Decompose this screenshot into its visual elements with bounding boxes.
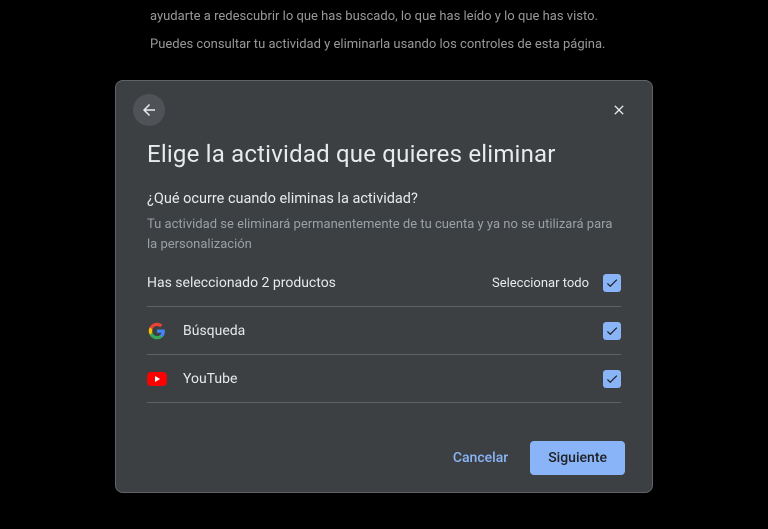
- product-label: YouTube: [183, 371, 603, 387]
- cancel-button[interactable]: Cancelar: [453, 450, 508, 466]
- next-button[interactable]: Siguiente: [530, 441, 625, 475]
- product-label: Búsqueda: [183, 323, 603, 339]
- selection-summary: Has seleccionado 2 productos: [147, 275, 336, 291]
- dialog-buttons: Cancelar Siguiente: [453, 441, 625, 475]
- dialog-description: Tu actividad se eliminará permanentement…: [147, 215, 621, 254]
- google-icon: [147, 321, 167, 341]
- product-checkbox-youtube[interactable]: [603, 370, 621, 388]
- dialog-subtitle: ¿Qué ocurre cuando eliminas la actividad…: [147, 190, 653, 207]
- selection-row: Has seleccionado 2 productos Seleccionar…: [147, 274, 621, 292]
- dialog-header: [115, 80, 653, 128]
- background-text-line-1: ayudarte a redescubrir lo que has buscad…: [150, 8, 598, 26]
- select-all[interactable]: Seleccionar todo: [492, 274, 621, 292]
- back-button[interactable]: [133, 94, 165, 126]
- select-all-checkbox[interactable]: [603, 274, 621, 292]
- delete-activity-dialog: Elige la actividad que quieres eliminar …: [115, 80, 653, 493]
- check-icon: [605, 372, 619, 386]
- product-list: Búsqueda YouTube: [147, 306, 621, 403]
- product-checkbox-search[interactable]: [603, 322, 621, 340]
- background-text-line-2: Puedes consultar tu actividad y eliminar…: [150, 36, 605, 54]
- arrow-left-icon: [140, 101, 158, 119]
- close-button[interactable]: [607, 98, 631, 122]
- select-all-label: Seleccionar todo: [492, 276, 589, 291]
- close-icon: [611, 102, 627, 118]
- youtube-icon: [147, 369, 167, 389]
- product-row-youtube[interactable]: YouTube: [147, 355, 621, 403]
- product-row-search[interactable]: Búsqueda: [147, 306, 621, 355]
- dialog-title: Elige la actividad que quieres eliminar: [147, 140, 653, 168]
- check-icon: [605, 324, 619, 338]
- check-icon: [605, 276, 619, 290]
